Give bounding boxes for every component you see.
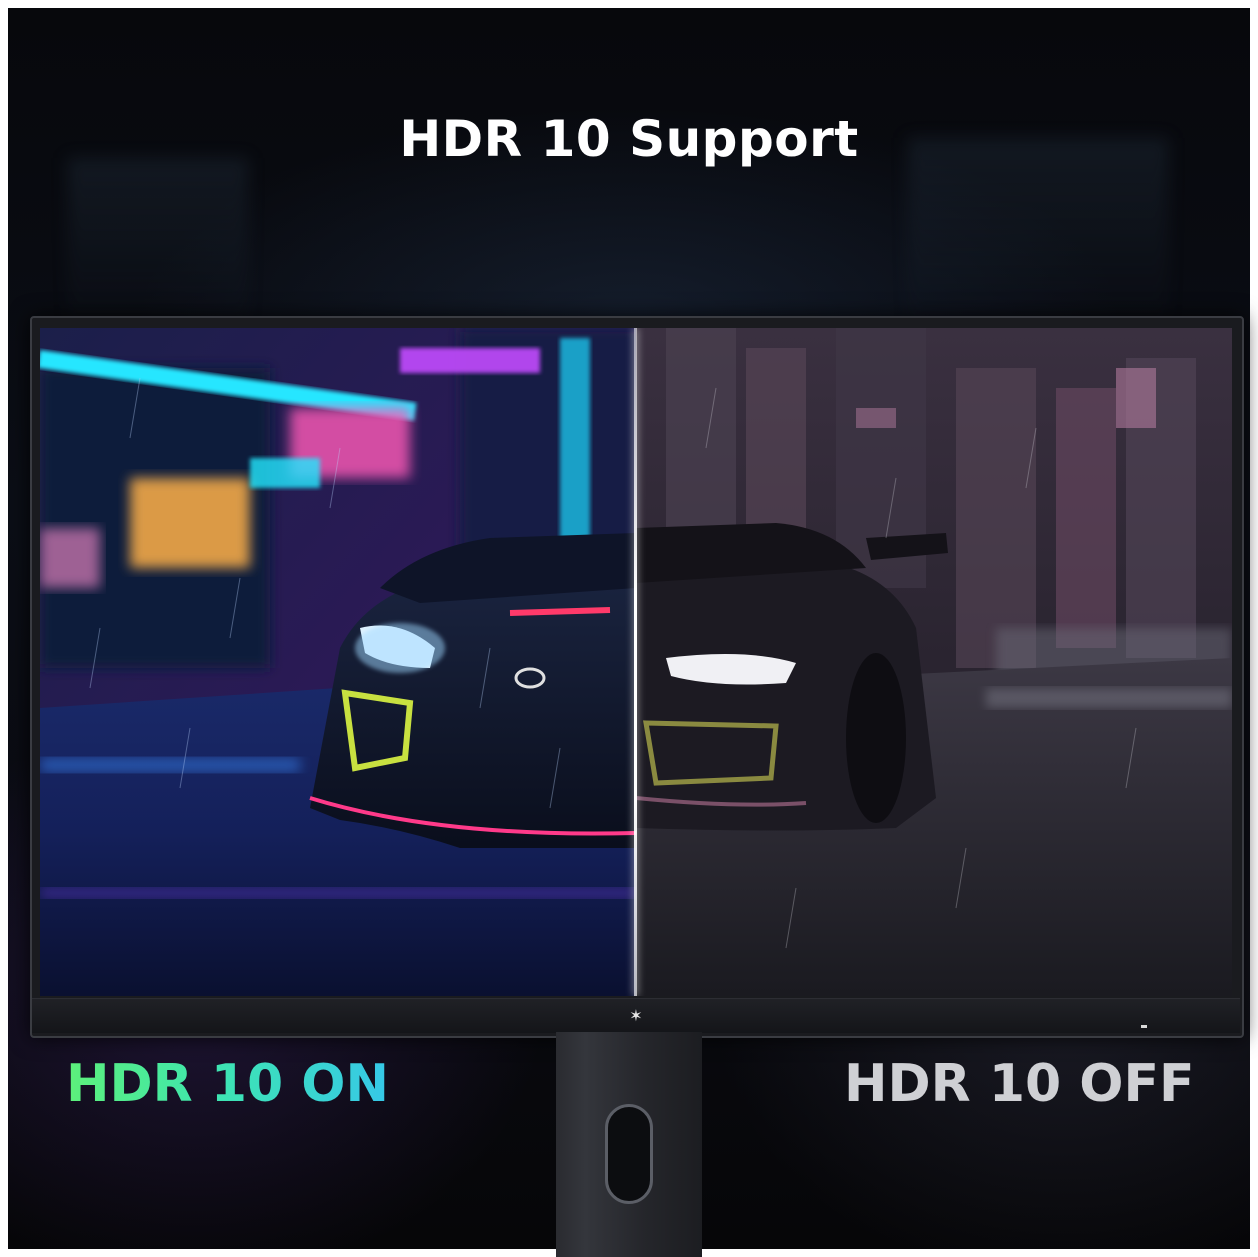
hdr-on-scene	[40, 328, 636, 996]
comparison-divider	[634, 328, 637, 996]
brand-logo-icon: ✶	[629, 1006, 643, 1025]
monitor-screen	[40, 328, 1232, 996]
hdr-off-scene	[636, 328, 1232, 996]
hdr-on-label: HDR 10 ON	[66, 1054, 390, 1114]
page-title: HDR 10 Support	[399, 110, 859, 168]
power-led-icon	[1141, 1025, 1147, 1028]
background-building	[68, 158, 248, 328]
hdr-off-label: HDR 10 OFF	[844, 1054, 1195, 1114]
cable-management-hole	[605, 1104, 653, 1204]
